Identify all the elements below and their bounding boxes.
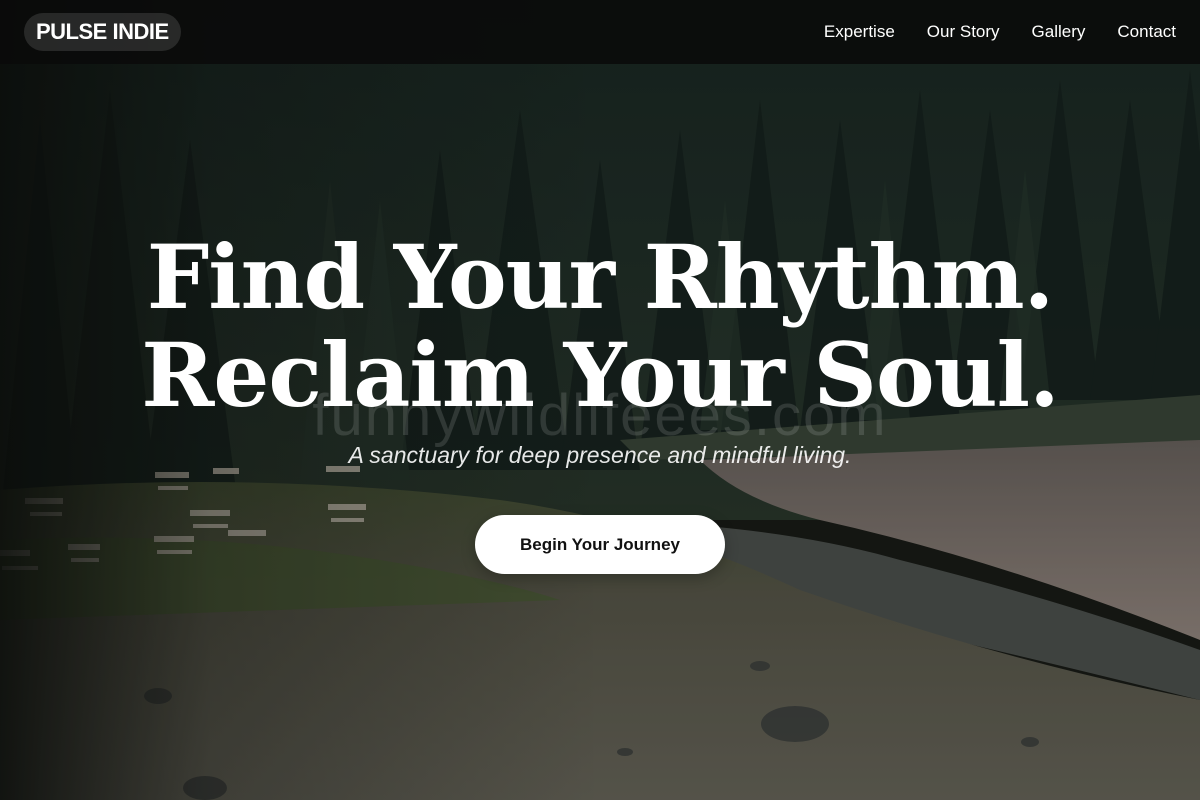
- nav-link-contact[interactable]: Contact: [1117, 22, 1176, 42]
- nav-link-our-story[interactable]: Our Story: [927, 22, 1000, 42]
- nav-link-expertise[interactable]: Expertise: [824, 22, 895, 42]
- nav-link-gallery[interactable]: Gallery: [1032, 22, 1086, 42]
- headline-line-2: Reclaim Your Soul.: [141, 323, 1059, 427]
- begin-journey-button[interactable]: Begin Your Journey: [475, 515, 725, 574]
- brand-logo[interactable]: PULSE INDIE: [24, 13, 181, 51]
- hero-content: Find Your Rhythm. Reclaim Your Soul. A s…: [0, 0, 1200, 800]
- headline-line-1: Find Your Rhythm.: [146, 225, 1055, 329]
- top-navigation-bar: PULSE INDIE Expertise Our Story Gallery …: [0, 0, 1200, 64]
- hero-tagline: A sanctuary for deep presence and mindfu…: [348, 442, 852, 468]
- hero-section: PULSE INDIE Expertise Our Story Gallery …: [0, 0, 1200, 800]
- hero-headline: Find Your Rhythm. Reclaim Your Soul.: [0, 228, 1200, 424]
- nav-links: Expertise Our Story Gallery Contact: [824, 22, 1176, 42]
